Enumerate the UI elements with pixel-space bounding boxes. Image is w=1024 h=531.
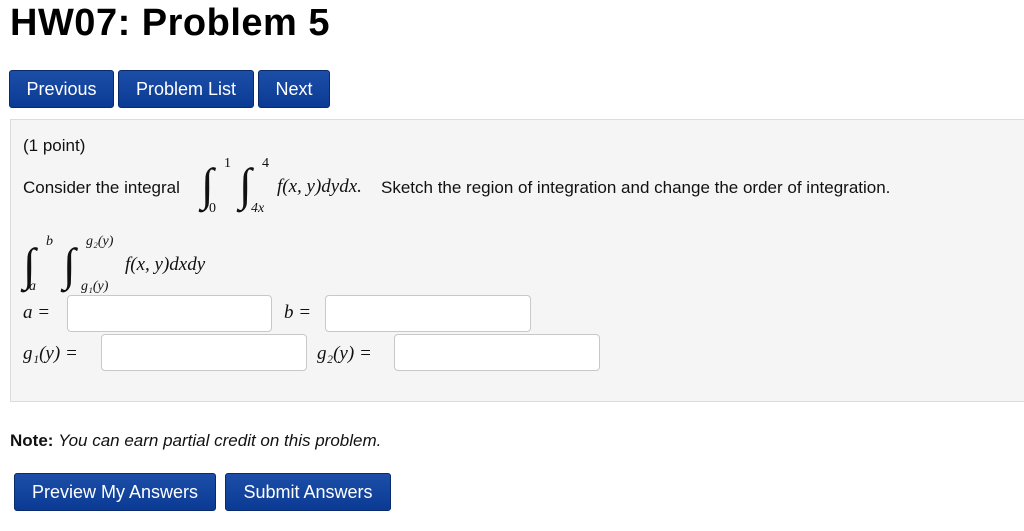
page-title: HW07: Problem 5	[10, 2, 331, 44]
a-input[interactable]	[67, 295, 272, 332]
points-label: (1 point)	[23, 136, 86, 155]
outer-lower-limit-a: a	[29, 279, 36, 294]
g1-label: g₁(y) =	[23, 343, 78, 364]
previous-button[interactable]: Previous	[9, 70, 114, 108]
problem-list-button[interactable]: Problem List	[118, 70, 254, 108]
given-integrand: f(x, y)dydx.	[277, 176, 362, 197]
reversed-integrand: f(x, y)dxdy	[125, 254, 206, 275]
next-button[interactable]: Next	[258, 70, 330, 108]
inner-lower-limit: 4x	[251, 201, 265, 216]
inner-integral-sign: ∫	[239, 159, 252, 210]
note-text: You can earn partial credit on this prob…	[58, 431, 382, 450]
problem-panel: (1 point) Consider the integral ∫ 1 0 ∫ …	[10, 119, 1024, 402]
inner-integral-sign-reversed: ∫	[63, 239, 76, 290]
a-label: a =	[23, 302, 51, 323]
inner-upper-limit: 4	[262, 156, 269, 171]
g2-label: g₂(y) =	[317, 343, 372, 364]
intro-text: Consider the integral	[23, 178, 180, 197]
instruction-text: Sketch the region of integration and cha…	[381, 178, 891, 197]
outer-upper-limit-b: b	[46, 234, 53, 249]
inner-upper-limit-g2: g₂(y)	[86, 234, 114, 249]
outer-lower-limit: 0	[209, 201, 216, 216]
note: Note: You can earn partial credit on thi…	[10, 431, 381, 451]
outer-upper-limit: 1	[224, 156, 231, 171]
b-input[interactable]	[325, 295, 531, 332]
preview-answers-button[interactable]: Preview My Answers	[14, 473, 216, 511]
note-label: Note:	[10, 431, 54, 450]
g2-input[interactable]	[394, 334, 600, 371]
inner-lower-limit-g1: g₁(y)	[81, 279, 109, 294]
b-label: b =	[284, 302, 312, 323]
submit-answers-button[interactable]: Submit Answers	[225, 473, 391, 511]
g1-input[interactable]	[101, 334, 307, 371]
